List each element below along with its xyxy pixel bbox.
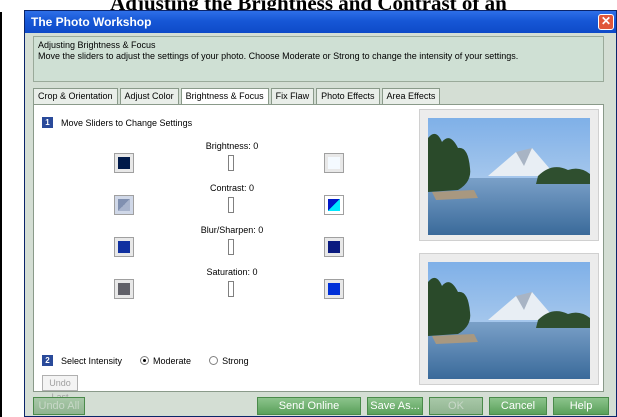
- blur-sharpen-label: Blur/Sharpen: 0: [200, 225, 264, 235]
- darken-swatch-icon[interactable]: [114, 153, 134, 173]
- preview-photo: [428, 262, 590, 379]
- brightness-slider-thumb[interactable]: [228, 155, 234, 171]
- info-title: Adjusting Brightness & Focus: [38, 40, 156, 50]
- step-2-badge: 2: [42, 355, 53, 366]
- original-photo: [428, 118, 590, 235]
- info-description: Move the sliders to adjust the settings …: [38, 51, 519, 61]
- brightness-label: Brightness: 0: [205, 141, 259, 151]
- blur-icon[interactable]: [114, 237, 134, 257]
- sharpen-icon[interactable]: [324, 237, 344, 257]
- tab-area-effects[interactable]: Area Effects: [381, 88, 441, 104]
- step-2-label: Select Intensity: [61, 355, 123, 366]
- desaturate-icon[interactable]: [114, 279, 134, 299]
- undo-last-button[interactable]: Undo Last: [42, 375, 78, 402]
- info-box: Adjusting Brightness & Focus Move the sl…: [33, 36, 604, 82]
- step-1-label: Move Sliders to Change Settings: [61, 117, 193, 128]
- moderate-radio[interactable]: [140, 356, 150, 365]
- document-frame-left: [0, 12, 2, 417]
- contrast-slider-thumb[interactable]: [228, 197, 234, 213]
- bottom-button-bar: Undo All Send Online Save As... OK Cance…: [25, 394, 616, 416]
- tab-fix-flaw[interactable]: Fix Flaw: [270, 88, 315, 104]
- window-title: The Photo Workshop: [31, 15, 152, 29]
- brightness-focus-panel: 1 Move Sliders to Change Settings Bright…: [33, 104, 604, 402]
- saturation-slider-thumb[interactable]: [228, 281, 234, 297]
- brighten-swatch-icon[interactable]: [324, 153, 344, 173]
- less-contrast-icon[interactable]: [114, 195, 134, 215]
- help-button[interactable]: Help: [553, 397, 609, 415]
- save-as-button[interactable]: Save As...: [367, 397, 423, 415]
- tab-brightness-focus[interactable]: Brightness & Focus: [180, 88, 269, 105]
- contrast-label: Contrast: 0: [209, 183, 255, 193]
- step-2-row: 2 Select Intensity Moderate Strong: [42, 355, 249, 366]
- moderate-label[interactable]: Moderate: [153, 356, 191, 366]
- tab-crop-orientation[interactable]: Crop & Orientation: [33, 88, 118, 104]
- strong-radio[interactable]: [209, 356, 219, 365]
- ok-button[interactable]: OK: [429, 397, 483, 415]
- undo-all-button[interactable]: Undo All: [33, 397, 85, 415]
- send-online-button[interactable]: Send Online: [257, 397, 361, 415]
- saturate-icon[interactable]: [324, 279, 344, 299]
- tab-bar: Crop & Orientation Adjust Color Brightne…: [33, 88, 442, 105]
- blur-sharpen-slider-thumb[interactable]: [228, 239, 234, 255]
- close-icon[interactable]: ✕: [598, 14, 614, 30]
- saturation-label: Saturation: 0: [206, 267, 258, 277]
- tab-photo-effects[interactable]: Photo Effects: [316, 88, 380, 104]
- tab-adjust-color[interactable]: Adjust Color: [119, 88, 179, 104]
- step-1-badge: 1: [42, 117, 53, 128]
- photo-workshop-window: The Photo Workshop ✕ Adjusting Brightnes…: [24, 10, 617, 417]
- preview-photo-frame: [419, 253, 599, 385]
- cancel-button[interactable]: Cancel: [489, 397, 547, 415]
- step-1-row: 1 Move Sliders to Change Settings: [42, 117, 192, 128]
- more-contrast-icon[interactable]: [324, 195, 344, 215]
- strong-label[interactable]: Strong: [222, 356, 249, 366]
- title-bar[interactable]: The Photo Workshop ✕: [25, 11, 616, 33]
- original-photo-frame: [419, 109, 599, 241]
